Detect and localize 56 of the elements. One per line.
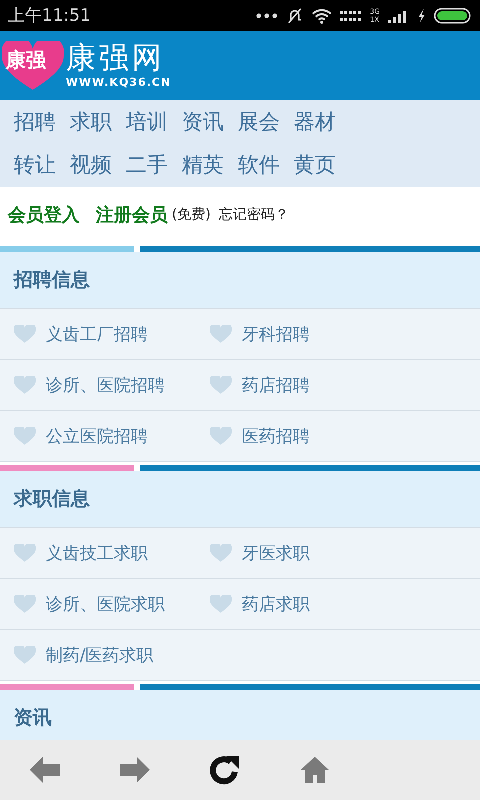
category-link[interactable]: 义齿工厂招聘 bbox=[14, 322, 210, 346]
section-title: 求职信息 bbox=[14, 487, 90, 512]
refresh-icon[interactable] bbox=[210, 755, 240, 785]
home-icon[interactable] bbox=[300, 756, 330, 784]
nav-link[interactable]: 转让 bbox=[14, 150, 56, 180]
section-title: 招聘信息 bbox=[14, 268, 90, 293]
wifi-icon bbox=[312, 8, 332, 24]
nav-link[interactable]: 软件 bbox=[238, 150, 280, 180]
category-link[interactable]: 诊所、医院求职 bbox=[14, 592, 210, 616]
battery-icon bbox=[434, 8, 472, 24]
nav-link[interactable]: 器材 bbox=[294, 108, 336, 136]
category-link[interactable]: 公立医院招聘 bbox=[14, 424, 210, 448]
heart-icon bbox=[14, 646, 36, 664]
forgot-password-link[interactable]: 忘记密码？ bbox=[218, 206, 289, 224]
category-link[interactable]: 义齿技工求职 bbox=[14, 542, 210, 564]
forward-icon[interactable] bbox=[120, 757, 150, 783]
category-link[interactable]: 牙医求职 bbox=[210, 542, 406, 564]
logo-url: WWW.KQ36.CN bbox=[66, 76, 172, 89]
charging-icon bbox=[418, 8, 426, 22]
heart-icon bbox=[14, 376, 36, 394]
logo-badge-text: 康强 bbox=[6, 46, 46, 72]
heart-icon bbox=[14, 427, 36, 445]
register-link[interactable]: 注册会员 bbox=[96, 203, 168, 227]
section-title: 资讯 bbox=[14, 706, 52, 731]
mute-icon bbox=[286, 6, 304, 24]
nav-link[interactable]: 培训 bbox=[126, 108, 168, 136]
nav-link[interactable]: 二手 bbox=[126, 150, 168, 180]
category-link[interactable]: 诊所、医院招聘 bbox=[14, 374, 210, 396]
nav-link[interactable]: 招聘 bbox=[14, 108, 56, 136]
data-signal-icon bbox=[340, 8, 362, 22]
nav-link[interactable]: 资讯 bbox=[182, 108, 224, 136]
heart-logo-icon bbox=[2, 40, 64, 90]
category-link[interactable]: 药店求职 bbox=[210, 592, 406, 616]
back-icon[interactable] bbox=[30, 757, 60, 783]
free-note: (免费) bbox=[172, 206, 211, 224]
category-link[interactable]: 医药招聘 bbox=[210, 424, 406, 448]
heart-icon bbox=[210, 544, 232, 562]
category-link[interactable]: 牙科招聘 bbox=[210, 322, 406, 346]
nav-link[interactable]: 精英 bbox=[182, 150, 224, 180]
nav-link[interactable]: 求职 bbox=[70, 108, 112, 136]
heart-icon bbox=[210, 376, 232, 394]
heart-icon bbox=[210, 595, 232, 613]
heart-icon bbox=[14, 595, 36, 613]
nav-link[interactable]: 视频 bbox=[70, 150, 112, 180]
category-link[interactable]: 药店招聘 bbox=[210, 374, 406, 396]
login-link[interactable]: 会员登入 bbox=[8, 203, 80, 227]
clock-time: 上午11:51 bbox=[8, 5, 92, 27]
more-icon bbox=[256, 12, 278, 18]
heart-icon bbox=[210, 325, 232, 343]
nav-link[interactable]: 黄页 bbox=[294, 150, 336, 180]
nav-link[interactable]: 展会 bbox=[238, 108, 280, 136]
heart-icon bbox=[14, 544, 36, 562]
heart-icon bbox=[210, 427, 232, 445]
logo-title: 康强网 bbox=[66, 42, 166, 76]
heart-icon bbox=[14, 325, 36, 343]
category-link[interactable]: 制药/医药求职 bbox=[14, 644, 210, 666]
